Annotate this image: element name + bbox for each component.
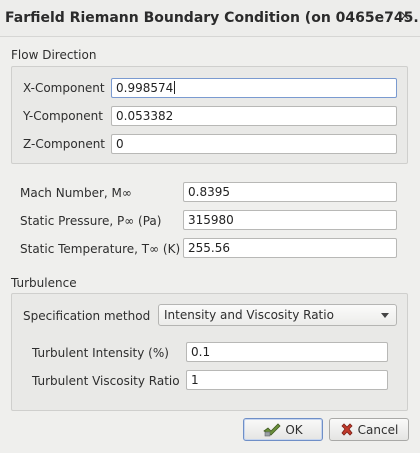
window-title: Farfield Riemann Boundary Condition (on … (5, 10, 420, 26)
y-component-input[interactable]: 0.053382 (111, 106, 397, 126)
mach-number-label: Mach Number, M∞ (20, 186, 132, 200)
specification-method-label: Specification method (23, 309, 151, 323)
cancel-button[interactable]: Cancel (329, 418, 409, 441)
specification-method-dropdown[interactable]: Intensity and Viscosity Ratio (158, 304, 397, 326)
flow-direction-group: X-Component 0.998574 Y-Component 0.05338… (11, 66, 408, 164)
check-icon (263, 422, 281, 437)
specification-method-value: Intensity and Viscosity Ratio (164, 308, 334, 322)
mach-number-input[interactable]: 0.8395 (183, 182, 397, 202)
ok-button[interactable]: OK (243, 418, 323, 441)
turbulent-intensity-input[interactable]: 0.1 (186, 342, 388, 362)
turbulent-viscosity-ratio-input[interactable]: 1 (186, 370, 388, 390)
chevron-down-icon (381, 313, 389, 318)
turbulence-heading: Turbulence (11, 276, 77, 290)
cancel-button-label: Cancel (357, 422, 399, 437)
x-component-label: X-Component (23, 81, 105, 95)
close-icon[interactable]: × (398, 10, 412, 24)
text-caret (174, 81, 176, 94)
static-pressure-label: Static Pressure, P∞ (Pa) (20, 214, 162, 228)
x-component-value: 0.998574 (116, 81, 174, 95)
z-component-label: Z-Component (23, 137, 106, 151)
z-component-input[interactable]: 0 (111, 134, 397, 154)
title-bar[interactable]: Farfield Riemann Boundary Condition (on … (0, 0, 420, 37)
turbulent-intensity-label: Turbulent Intensity (%) (32, 346, 169, 360)
turbulence-group: Specification method Intensity and Visco… (11, 293, 408, 411)
flow-direction-heading: Flow Direction (11, 48, 97, 62)
static-temperature-label: Static Temperature, T∞ (K) (20, 242, 181, 256)
cancel-x-icon (340, 422, 354, 437)
turbulent-viscosity-ratio-label: Turbulent Viscosity Ratio (32, 374, 180, 388)
ok-button-label: OK (285, 422, 303, 437)
y-component-label: Y-Component (23, 109, 103, 123)
static-pressure-input[interactable]: 315980 (183, 210, 397, 230)
x-component-input[interactable]: 0.998574 (111, 78, 397, 98)
static-temperature-input[interactable]: 255.56 (183, 238, 397, 258)
